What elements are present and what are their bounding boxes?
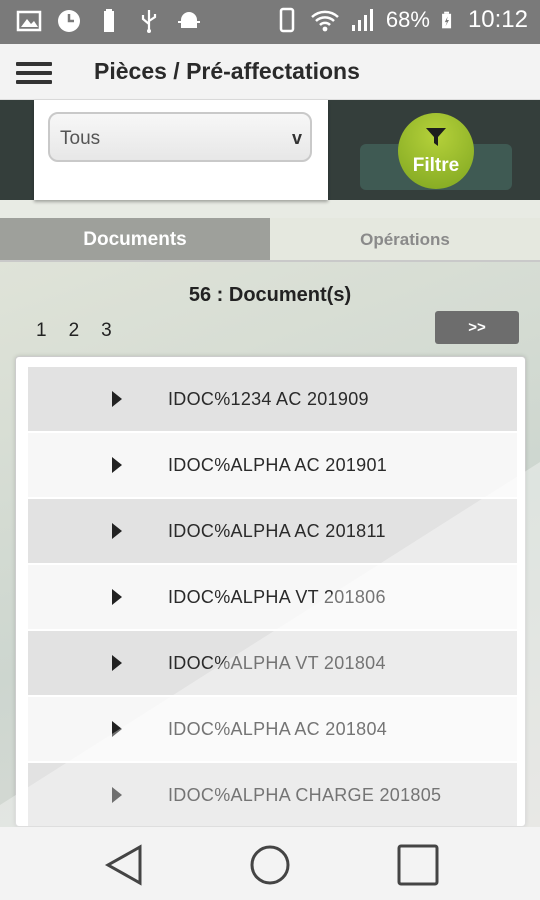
wifi-icon (311, 10, 339, 32)
signal-icon (351, 9, 373, 31)
app-bar: Pièces / Pré-affectations (0, 44, 540, 100)
list-item[interactable]: IDOC%ALPHA CHARGE 201805 (28, 763, 517, 826)
phone-vibrate-icon (279, 7, 295, 33)
list-item[interactable]: IDOC%ALPHA VT 201806 (28, 565, 517, 629)
list-item[interactable]: IDOC%1234 AC 201909 (28, 367, 517, 431)
page-link-1[interactable]: 1 (36, 320, 47, 342)
document-name: IDOC%ALPHA AC 201804 (168, 719, 388, 739)
filter-button-label: Filtre (412, 155, 460, 176)
status-bar-notifications (16, 8, 202, 34)
pagination: 1 2 3 (36, 320, 112, 342)
expand-arrow-icon (112, 589, 122, 605)
image-icon (16, 10, 42, 32)
document-name: IDOC%ALPHA AC 201901 (168, 455, 388, 475)
navigation-bar (0, 827, 540, 900)
battery-small-icon (104, 9, 114, 32)
status-bar: 68% 10:12 (0, 0, 540, 44)
hamburger-menu-icon[interactable] (16, 62, 52, 84)
document-name: IDOC%ALPHA VT 201806 (168, 587, 386, 607)
document-name: IDOC%ALPHA AC 201811 (168, 521, 386, 541)
clock-time: 10:12 (467, 6, 528, 33)
document-list: IDOC%1234 AC 201909 IDOC%ALPHA AC 201901… (15, 356, 526, 827)
android-debug-icon (178, 12, 200, 28)
expand-arrow-icon (112, 655, 122, 671)
recent-apps-icon[interactable] (396, 843, 440, 887)
home-icon[interactable] (248, 843, 292, 887)
next-page-button[interactable]: >> (435, 311, 519, 344)
list-item[interactable]: IDOC%ALPHA AC 201811 (28, 499, 517, 563)
document-count: 56 : Document(s) (188, 284, 352, 306)
select-value: Tous (60, 128, 101, 149)
expand-arrow-icon (112, 787, 122, 803)
filter-card: Tous v (34, 100, 328, 200)
list-item[interactable]: IDOC%ALPHA AC 201901 (28, 433, 517, 497)
clock-icon (58, 10, 80, 32)
tab-operations[interactable]: Opérations (270, 218, 540, 262)
page-link-2[interactable]: 2 (69, 320, 80, 342)
list-item[interactable]: IDOC%ALPHA VT 201804 (28, 631, 517, 695)
expand-arrow-icon (112, 523, 122, 539)
funnel-icon (426, 128, 446, 146)
list-item[interactable]: IDOC%ALPHA AC 201804 (28, 697, 517, 761)
expand-arrow-icon (112, 721, 122, 737)
battery-percent: 68% (385, 7, 430, 32)
expand-arrow-icon (112, 391, 122, 407)
back-icon[interactable] (102, 843, 146, 887)
tab-documents[interactable]: Documents (0, 218, 270, 262)
battery-charging-icon (442, 11, 452, 29)
page-title: Pièces / Pré-affectations (94, 58, 360, 84)
type-select[interactable]: Tous v (48, 112, 312, 162)
document-name: IDOC%ALPHA VT 201804 (168, 653, 386, 673)
filter-button[interactable]: Filtre (398, 113, 474, 189)
page-link-3[interactable]: 3 (101, 320, 112, 342)
usb-icon (141, 10, 157, 33)
document-name: IDOC%ALPHA CHARGE 201805 (168, 785, 442, 805)
document-name: IDOC%1234 AC 201909 (168, 389, 369, 409)
status-bar-system: 68% 10:12 (274, 6, 528, 34)
expand-arrow-icon (112, 457, 122, 473)
chevron-down-icon: v (291, 128, 302, 148)
